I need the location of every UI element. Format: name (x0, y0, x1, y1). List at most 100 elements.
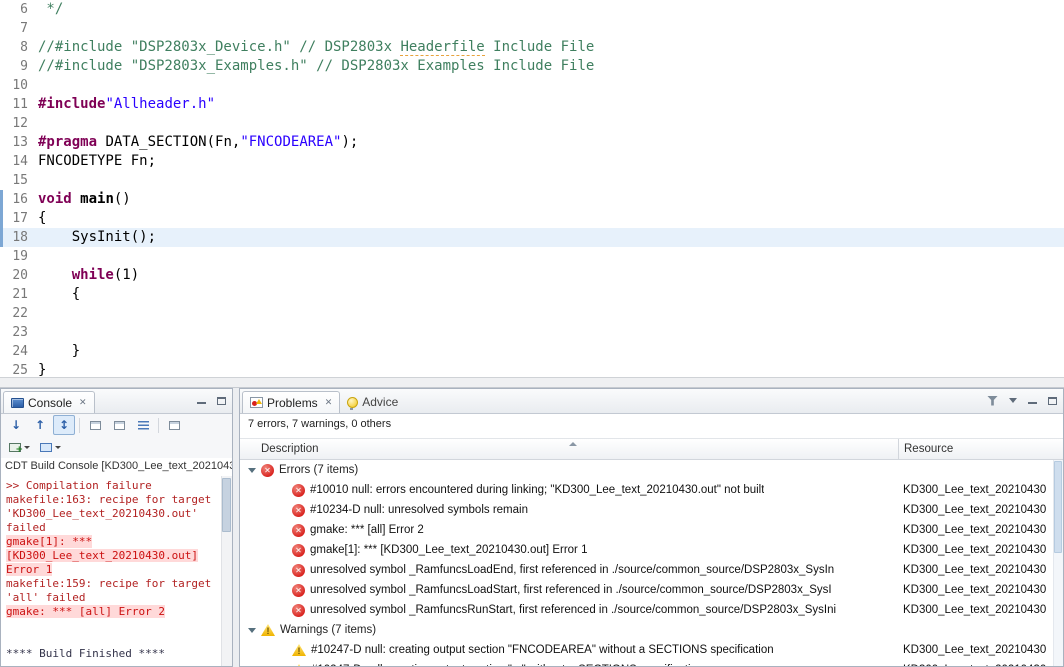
console-line: 'all' failed (6, 591, 86, 604)
code-line-8: //#include "DSP2803x_Device.h" // DSP280… (38, 39, 595, 56)
minimize-button[interactable] (1025, 393, 1040, 408)
lightbulb-icon (347, 396, 359, 410)
problem-description: ✕ unresolved symbol _RamfuncsRunStart, fi… (240, 603, 898, 617)
line-number-9[interactable]: 9 (0, 57, 36, 76)
problem-description: ! #10247-D null: creating output section … (240, 644, 898, 656)
problem-row[interactable]: ✕ gmake: *** [all] Error 2 KD300_Lee_text_… (240, 520, 1063, 540)
show-error-toggle-button[interactable] (53, 415, 75, 435)
console-output[interactable]: >> Compilation failure makefile:163: reci… (1, 476, 232, 666)
view-menu-icon (1008, 398, 1017, 403)
problem-description: ! #10247-D null: creating output section … (240, 664, 898, 666)
open-build-log-button[interactable] (108, 415, 130, 435)
description-header-label: Description (261, 443, 319, 455)
console-toolbar (1, 414, 232, 436)
line-number-8[interactable]: 8 (0, 38, 36, 57)
line-number-7[interactable]: 7 (0, 19, 36, 38)
problem-row[interactable]: ✕ #10010 null: errors encountered during … (240, 480, 1063, 500)
line-number-24[interactable]: 24 (0, 342, 36, 361)
line-number-17[interactable]: 17 (0, 209, 36, 228)
problem-row[interactable]: ✕ unresolved symbol _RamfuncsLoadStart, f… (240, 580, 1063, 600)
horizontal-splitter[interactable] (0, 377, 1064, 388)
problems-table[interactable]: ✕ Errors (7 items) ✕ #10010 null: errors en… (240, 460, 1063, 666)
problems-window-buttons (985, 393, 1060, 408)
line-number-6[interactable]: 6 (0, 0, 36, 19)
description-text: unresolved symbol _RamfuncsRunStart, fir… (310, 604, 837, 616)
problem-row[interactable]: ✕ gmake[1]: *** [KD300_Lee_text_20210430.… (240, 540, 1063, 560)
line-number-23[interactable]: 23 (0, 323, 36, 342)
maximize-button[interactable] (1045, 393, 1060, 408)
group-label: Errors (7 items) (279, 464, 359, 476)
line-number-19[interactable]: 19 (0, 247, 36, 266)
resource-cell: KD300_Lee_text_20210430 (903, 584, 1047, 596)
scrollbar-thumb[interactable] (1054, 461, 1062, 553)
filter-button[interactable] (985, 393, 1000, 408)
previous-error-button[interactable] (29, 415, 51, 435)
console-scrollbar[interactable] (221, 476, 232, 666)
problem-group-warning[interactable]: ! Warnings (7 items) (240, 620, 1063, 640)
copy-build-log-button[interactable] (84, 415, 106, 435)
line-number-15[interactable]: 15 (0, 171, 36, 190)
code-editor[interactable]: 6 7 8 9 10 11 12 13 14 15 16 17 18 19 20 21 22 23 24 25 */ /… (0, 0, 1064, 377)
open-console-icon (9, 442, 23, 455)
line-number-25[interactable]: 25 (0, 361, 36, 377)
problems-summary: 7 errors, 7 warnings, 0 others (248, 418, 392, 430)
maximize-button[interactable] (214, 393, 229, 408)
view-menu-button[interactable] (1005, 393, 1020, 408)
line-number-13[interactable]: 13 (0, 133, 36, 152)
console-line: failed (6, 521, 46, 534)
line-number-22[interactable]: 22 (0, 304, 36, 323)
problem-description: ✕ unresolved symbol _RamfuncsLoadEnd, fir… (240, 563, 898, 577)
tab-problems[interactable]: Problems ✕ (242, 391, 341, 413)
close-icon[interactable]: ✕ (79, 398, 87, 408)
code-line-14: FNCODETYPE Fn; (38, 153, 157, 169)
line-number-14[interactable]: 14 (0, 152, 36, 171)
line-number-20[interactable]: 20 (0, 266, 36, 285)
close-icon[interactable]: ✕ (325, 398, 333, 408)
minimize-button[interactable] (194, 393, 209, 408)
line-number-gutter[interactable]: 6 7 8 9 10 11 12 13 14 15 16 17 18 19 20 21 22 23 24 25 (0, 0, 36, 377)
code-line-17: { (38, 210, 47, 226)
problem-description: ✕ gmake[1]: *** [KD300_Lee_text_20210430.… (240, 543, 898, 557)
code-lines[interactable]: */ //#include "DSP2803x_Device.h" // DSP2… (36, 0, 1064, 377)
line-number-11[interactable]: 11 (0, 95, 36, 114)
clear-console-button[interactable] (163, 415, 185, 435)
problem-row[interactable]: ✕ #10234-D null: unresolved symbols remai… (240, 500, 1063, 520)
scope-range-indicator (0, 190, 3, 247)
problem-row[interactable]: ✕ unresolved symbol _RamfuncsLoadEnd, fir… (240, 560, 1063, 580)
line-number-12[interactable]: 12 (0, 114, 36, 133)
problems-scrollbar[interactable] (1053, 460, 1063, 666)
problem-row[interactable]: ✕ unresolved symbol _RamfuncsRunStart, fi… (240, 600, 1063, 620)
code-line-21: { (38, 286, 81, 302)
group-label: Warnings (7 items) (280, 624, 377, 636)
expander-icon[interactable] (248, 627, 256, 633)
wrap-lines-button[interactable] (132, 415, 154, 435)
description-text: #10247-D null: creating output section "… (311, 664, 703, 666)
line-number-18[interactable]: 18 (0, 228, 36, 247)
open-console-button[interactable] (6, 438, 33, 456)
line-number-21[interactable]: 21 (0, 285, 36, 304)
display-selected-console-button[interactable] (37, 438, 64, 456)
problem-row[interactable]: ! #10247-D null: creating output section … (240, 660, 1063, 666)
line-number-16[interactable]: 16 (0, 190, 36, 209)
expander-icon[interactable] (248, 467, 256, 473)
column-header-description[interactable]: Description (240, 439, 898, 459)
open-build-log-icon (113, 420, 125, 430)
tab-console[interactable]: Console ✕ (3, 391, 95, 413)
table-header: Description Resource (240, 438, 1063, 460)
error-icon: ✕ (292, 583, 305, 597)
problem-description: ✕ unresolved symbol _RamfuncsLoadStart, f… (240, 583, 898, 597)
console-line: gmake: *** [all] Error 2 (6, 605, 165, 618)
problem-group-error[interactable]: ✕ Errors (7 items) (240, 460, 1063, 480)
resource-cell: KD300_Lee_text_20210430 (903, 484, 1047, 496)
line-number-10[interactable]: 10 (0, 76, 36, 95)
problem-row[interactable]: ! #10247-D null: creating output section … (240, 640, 1063, 660)
column-header-resource[interactable]: Resource (898, 439, 1063, 459)
error-icon: ✕ (292, 523, 305, 537)
code-line-9: //#include "DSP2803x_Examples.h" // DSP2… (38, 58, 595, 74)
scrollbar-thumb[interactable] (222, 478, 231, 532)
tab-advice[interactable]: Advice (340, 391, 405, 413)
next-error-button[interactable] (5, 415, 27, 435)
